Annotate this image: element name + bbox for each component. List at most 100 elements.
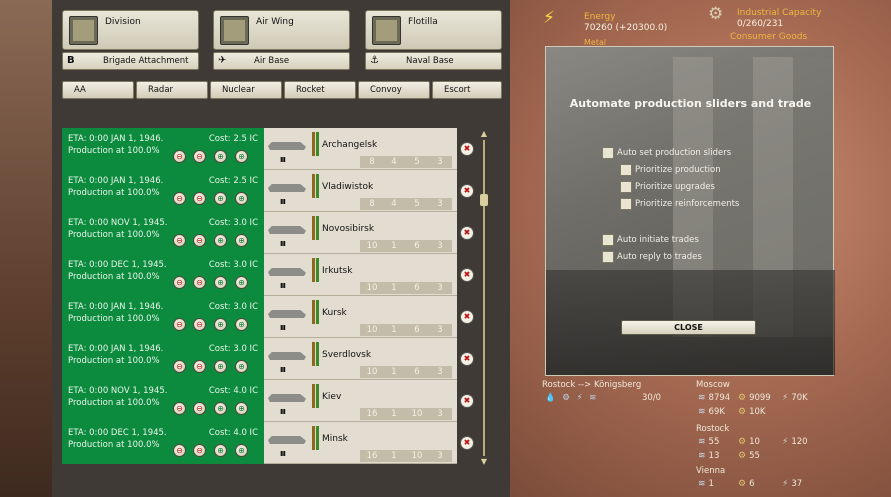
- move-down-icon[interactable]: ⊖: [193, 150, 206, 163]
- option-auto-set-sliders[interactable]: Auto set production sliders: [602, 147, 731, 159]
- checkbox[interactable]: [602, 251, 614, 263]
- move-up-icon[interactable]: ⊕: [214, 360, 227, 373]
- move-down-icon[interactable]: ⊖: [193, 402, 206, 415]
- queue-item-info[interactable]: ETA: 0:00 JAN 1, 1946. Cost: 2.5 IC Prod…: [62, 128, 264, 170]
- naval-base-button[interactable]: ⚓ Naval Base: [365, 52, 502, 70]
- unit-type-flotilla[interactable]: Flotilla ⚓ Naval Base: [365, 10, 502, 72]
- queue-item-ship[interactable]: III Sverdlovsk 10 1 6 3: [264, 338, 457, 380]
- queue-item-info[interactable]: ETA: 0:00 JAN 1, 1946. Cost: 3.0 IC Prod…: [62, 338, 264, 380]
- option-prioritize-reinforcements[interactable]: Prioritize reinforcements: [620, 198, 739, 210]
- queue-item-ship[interactable]: III Kursk 10 1 6 3: [264, 296, 457, 338]
- move-down-icon[interactable]: ⊖: [193, 276, 206, 289]
- option-prioritize-production[interactable]: Prioritize production: [620, 164, 721, 176]
- delete-icon[interactable]: ✖: [460, 268, 474, 282]
- queue-item-ship[interactable]: III Vladiwistok 8 4 5 3: [264, 170, 457, 212]
- increase-priority-icon[interactable]: ⊕: [235, 276, 248, 289]
- delete-icon[interactable]: ✖: [460, 310, 474, 324]
- decrease-priority-icon[interactable]: ⊖: [173, 444, 186, 457]
- queue-item-info[interactable]: ETA: 0:00 JAN 1, 1946. Cost: 2.5 IC Prod…: [62, 170, 264, 212]
- increase-priority-icon[interactable]: ⊕: [235, 318, 248, 331]
- decrease-priority-icon[interactable]: ⊖: [173, 360, 186, 373]
- option-prioritize-upgrades[interactable]: Prioritize upgrades: [620, 181, 715, 193]
- increase-priority-icon[interactable]: ⊕: [235, 234, 248, 247]
- checkbox[interactable]: [620, 198, 632, 210]
- move-down-icon[interactable]: ⊖: [193, 234, 206, 247]
- city-name[interactable]: Rostock: [696, 424, 729, 434]
- move-down-icon[interactable]: ⊖: [193, 444, 206, 457]
- move-down-icon[interactable]: ⊖: [193, 318, 206, 331]
- checkbox[interactable]: [620, 164, 632, 176]
- queue-row[interactable]: ETA: 0:00 JAN 1, 1946. Cost: 3.0 IC Prod…: [62, 338, 476, 380]
- attach-escort-button[interactable]: Escort: [432, 81, 502, 99]
- delete-icon[interactable]: ✖: [460, 394, 474, 408]
- queue-item-info[interactable]: ETA: 0:00 DEC 1, 1945. Cost: 3.0 IC Prod…: [62, 254, 264, 296]
- attach-aa-button[interactable]: AA: [62, 81, 134, 99]
- city-name[interactable]: Moscow: [696, 380, 730, 390]
- decrease-priority-icon[interactable]: ⊖: [173, 150, 186, 163]
- move-down-icon[interactable]: ⊖: [193, 360, 206, 373]
- queue-row[interactable]: ETA: 0:00 JAN 1, 1946. Cost: 3.0 IC Prod…: [62, 296, 476, 338]
- queue-item-info[interactable]: ETA: 0:00 NOV 1, 1945. Cost: 4.0 IC Prod…: [62, 380, 264, 422]
- move-up-icon[interactable]: ⊕: [214, 192, 227, 205]
- attach-convoy-button[interactable]: Convoy: [358, 81, 430, 99]
- move-up-icon[interactable]: ⊕: [214, 402, 227, 415]
- decrease-priority-icon[interactable]: ⊖: [173, 234, 186, 247]
- queue-row[interactable]: ETA: 0:00 DEC 1, 1945. Cost: 3.0 IC Prod…: [62, 254, 476, 296]
- move-up-icon[interactable]: ⊕: [214, 444, 227, 457]
- decrease-priority-icon[interactable]: ⊖: [173, 318, 186, 331]
- queue-item-ship[interactable]: III Kiev 16 1 10 3: [264, 380, 457, 422]
- queue-item-ship[interactable]: III Novosibirsk 10 1 6 3: [264, 212, 457, 254]
- city-name[interactable]: Vienna: [696, 466, 725, 476]
- queue-item-info[interactable]: ETA: 0:00 DEC 1, 1945. Cost: 4.0 IC Prod…: [62, 422, 264, 464]
- scroll-track[interactable]: [483, 140, 485, 456]
- queue-item-info[interactable]: ETA: 0:00 NOV 1, 1945. Cost: 3.0 IC Prod…: [62, 212, 264, 254]
- move-down-icon[interactable]: ⊖: [193, 192, 206, 205]
- move-up-icon[interactable]: ⊕: [214, 234, 227, 247]
- attach-nuclear-button[interactable]: Nuclear: [210, 81, 282, 99]
- scroll-up-icon[interactable]: ▲: [480, 130, 488, 138]
- unit-type-air-wing[interactable]: Air Wing ✈ Air Base: [213, 10, 350, 72]
- increase-priority-icon[interactable]: ⊕: [235, 444, 248, 457]
- decrease-priority-icon[interactable]: ⊖: [173, 276, 186, 289]
- queue-row[interactable]: ETA: 0:00 JAN 1, 1946. Cost: 2.5 IC Prod…: [62, 128, 476, 170]
- queue-item-ship[interactable]: III Archangelsk 8 4 5 3: [264, 128, 457, 170]
- delete-icon[interactable]: ✖: [460, 226, 474, 240]
- queue-row[interactable]: ETA: 0:00 DEC 1, 1945. Cost: 4.0 IC Prod…: [62, 422, 476, 464]
- checkbox[interactable]: [620, 181, 632, 193]
- queue-row[interactable]: ETA: 0:00 NOV 1, 1945. Cost: 3.0 IC Prod…: [62, 212, 476, 254]
- move-up-icon[interactable]: ⊕: [214, 276, 227, 289]
- move-up-icon[interactable]: ⊕: [214, 318, 227, 331]
- move-up-icon[interactable]: ⊕: [214, 150, 227, 163]
- close-button[interactable]: CLOSE: [621, 320, 756, 335]
- queue-scrollbar[interactable]: ▲ ▼: [480, 130, 488, 466]
- increase-priority-icon[interactable]: ⊕: [235, 402, 248, 415]
- option-auto-initiate-trades[interactable]: Auto initiate trades: [602, 234, 699, 246]
- increase-priority-icon[interactable]: ⊕: [235, 192, 248, 205]
- brigade-attachment-button[interactable]: B Brigade Attachment: [62, 52, 199, 70]
- unit-type-division[interactable]: Division B Brigade Attachment: [62, 10, 199, 72]
- scroll-down-icon[interactable]: ▼: [480, 458, 488, 466]
- queue-item-ship[interactable]: III Minsk 16 1 10 3: [264, 422, 457, 464]
- scroll-thumb[interactable]: [480, 194, 488, 206]
- delete-icon[interactable]: ✖: [460, 436, 474, 450]
- checkbox[interactable]: [602, 234, 614, 246]
- queue-row[interactable]: ETA: 0:00 NOV 1, 1945. Cost: 4.0 IC Prod…: [62, 380, 476, 422]
- air-base-button[interactable]: ✈ Air Base: [213, 52, 350, 70]
- ship-stat: 1: [391, 367, 397, 377]
- checkbox[interactable]: [602, 147, 614, 159]
- delete-icon[interactable]: ✖: [460, 184, 474, 198]
- attach-rocket-button[interactable]: Rocket: [284, 81, 356, 99]
- trade-route[interactable]: Rostock --> Königsberg: [542, 380, 641, 390]
- increase-priority-icon[interactable]: ⊕: [235, 150, 248, 163]
- option-auto-reply-trades[interactable]: Auto reply to trades: [602, 251, 702, 263]
- queue-row[interactable]: ETA: 0:00 JAN 1, 1946. Cost: 2.5 IC Prod…: [62, 170, 476, 212]
- delete-icon[interactable]: ✖: [460, 352, 474, 366]
- increase-priority-icon[interactable]: ⊕: [235, 360, 248, 373]
- delete-icon[interactable]: ✖: [460, 142, 474, 156]
- queue-item-info[interactable]: ETA: 0:00 JAN 1, 1946. Cost: 3.0 IC Prod…: [62, 296, 264, 338]
- attach-radar-button[interactable]: Radar: [136, 81, 208, 99]
- queue-item-ship[interactable]: III Irkutsk 10 1 6 3: [264, 254, 457, 296]
- decrease-priority-icon[interactable]: ⊖: [173, 192, 186, 205]
- decrease-priority-icon[interactable]: ⊖: [173, 402, 186, 415]
- city-resource-value: ⚙ 9099: [738, 393, 771, 403]
